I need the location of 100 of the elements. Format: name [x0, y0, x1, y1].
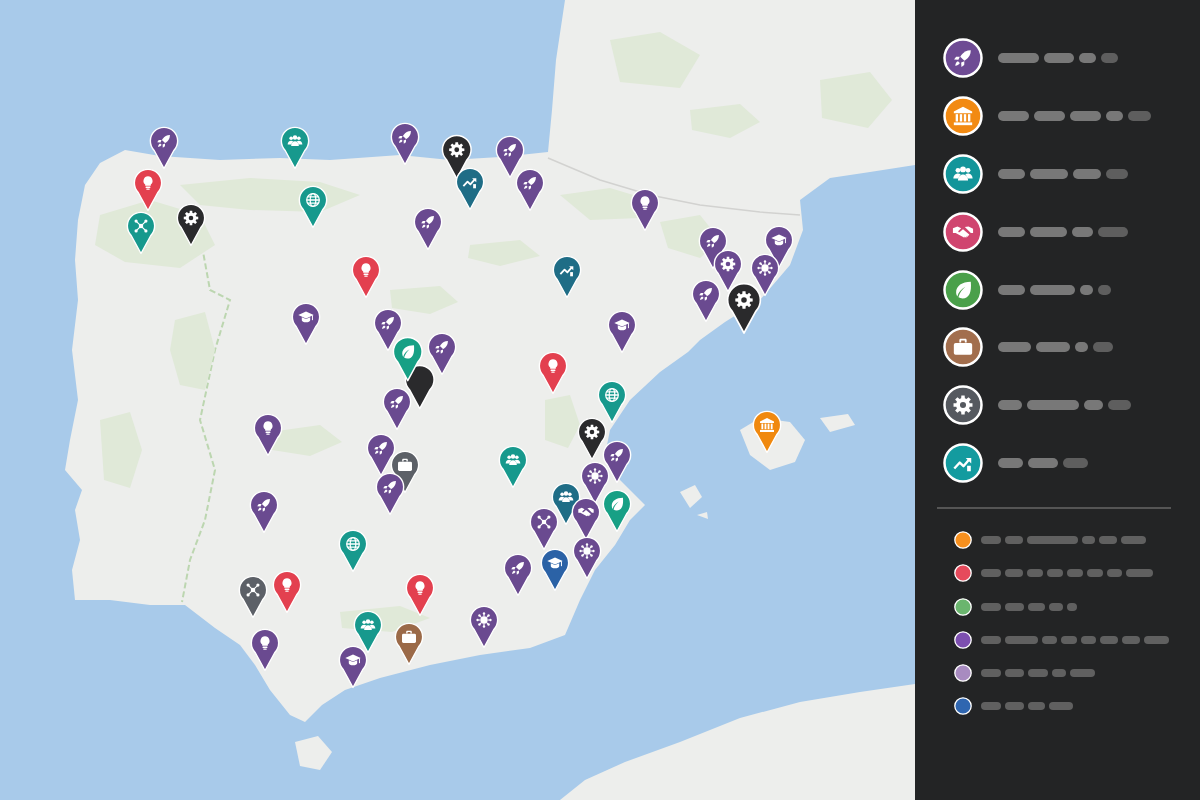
redacted-text-bar: [981, 635, 1001, 644]
network-pin-icon[interactable]: [529, 507, 559, 551]
rocket-pin-icon[interactable]: [375, 472, 405, 516]
briefcase-pin-icon[interactable]: [394, 622, 424, 666]
bank-pin-icon[interactable]: [752, 410, 782, 454]
redacted-text-bar: [1075, 342, 1088, 353]
redacted-text-bar: [1005, 702, 1024, 711]
redacted-text-bar: [1047, 569, 1063, 578]
lightbulb-pin-icon[interactable]: [630, 188, 660, 232]
redacted-text-bar: [1079, 53, 1096, 63]
lightbulb-pin-icon[interactable]: [351, 255, 381, 299]
island-drawing: [697, 512, 708, 519]
rocket-pin-icon[interactable]: [413, 207, 443, 251]
lightbulb-pin-icon[interactable]: [405, 573, 435, 617]
redacted-text-bar: [1082, 536, 1095, 545]
trend-chart-pin-icon[interactable]: [455, 167, 485, 211]
graduation-cap-pin-icon[interactable]: [291, 302, 321, 346]
rocket-pin-icon[interactable]: [249, 490, 279, 534]
redacted-text-bar: [1081, 635, 1096, 644]
rocket-pin-icon[interactable]: [366, 433, 396, 477]
island-drawing: [295, 736, 332, 770]
redacted-text-bar: [1144, 635, 1169, 644]
redacted-text-bar: [1063, 458, 1088, 469]
redacted-text-bar: [1027, 536, 1078, 545]
redacted-text-bar: [1072, 226, 1093, 237]
redacted-text-bar: [1080, 284, 1093, 295]
redacted-text-bar: [998, 110, 1029, 121]
redacted-text-bar: [998, 226, 1025, 237]
rocket-pin-icon[interactable]: [390, 122, 420, 166]
graduation-cap-pin-icon[interactable]: [540, 548, 570, 592]
redacted-text-bar: [1030, 226, 1067, 237]
map-pin-icon[interactable]: [404, 364, 436, 411]
rocket-pin-icon[interactable]: [602, 440, 632, 484]
virus-pin-icon[interactable]: [469, 605, 499, 649]
gear-pin-icon[interactable]: [726, 282, 762, 335]
redacted-text-bar: [1044, 53, 1074, 63]
redacted-text-bar: [1067, 569, 1083, 578]
redacted-text-bar: [981, 536, 1001, 545]
redacted-text-bar: [1122, 635, 1140, 644]
rocket-pin-icon[interactable]: [495, 135, 525, 179]
lightbulb-pin-icon[interactable]: [253, 413, 283, 457]
redacted-text-bar: [1030, 168, 1068, 179]
redacted-text-bar: [1084, 400, 1103, 411]
gear-pin-icon[interactable]: [577, 417, 607, 461]
graduation-cap-pin-icon[interactable]: [607, 310, 637, 354]
redacted-text-bar: [1108, 400, 1131, 411]
lightbulb-pin-icon[interactable]: [538, 351, 568, 395]
lightbulb-pin-icon[interactable]: [250, 628, 280, 672]
redacted-text-bar: [1005, 536, 1023, 545]
redacted-text-bar: [1005, 635, 1038, 644]
redacted-text-bar: [1061, 635, 1077, 644]
graduation-cap-pin-icon[interactable]: [338, 645, 368, 689]
lightbulb-pin-icon[interactable]: [133, 168, 163, 212]
redacted-text-bar: [1126, 569, 1153, 578]
redacted-text-bar: [1042, 635, 1057, 644]
rocket-pin-icon[interactable]: [373, 308, 403, 352]
rocket-pin-icon[interactable]: [691, 279, 721, 323]
vegetation-area: [545, 395, 580, 448]
globe-pin-icon[interactable]: [298, 185, 328, 229]
redacted-text-bar: [1028, 702, 1045, 711]
redacted-text-bar: [1098, 226, 1128, 237]
redacted-text-bar: [1049, 602, 1063, 611]
redacted-text-bar: [1106, 110, 1123, 121]
people-pin-icon[interactable]: [498, 445, 528, 489]
redacted-text-bar: [1036, 342, 1070, 353]
network-pin-icon[interactable]: [126, 211, 156, 255]
vegetation-area: [270, 425, 342, 456]
lightbulb-pin-icon[interactable]: [272, 570, 302, 614]
vegetation-area: [390, 286, 458, 314]
redacted-text-bar: [1107, 569, 1122, 578]
redacted-text-bar: [1067, 602, 1077, 611]
redacted-text-bar: [1005, 602, 1024, 611]
redacted-text-bar: [1099, 536, 1117, 545]
redacted-text-bar: [1052, 669, 1066, 677]
rocket-pin-icon[interactable]: [427, 332, 457, 376]
rocket-pin-icon[interactable]: [503, 553, 533, 597]
redacted-text-bar: [1101, 53, 1118, 63]
redacted-text-bar: [1049, 702, 1073, 711]
redacted-text-bar: [1027, 400, 1079, 411]
globe-pin-icon[interactable]: [338, 529, 368, 573]
redacted-text-bar: [1028, 458, 1058, 469]
network-pin-icon[interactable]: [238, 575, 268, 619]
redacted-text-bar: [998, 168, 1025, 179]
people-pin-icon[interactable]: [280, 126, 310, 170]
redacted-text-bar: [998, 400, 1022, 411]
people-pin-icon[interactable]: [353, 610, 383, 654]
redacted-text-bar: [998, 342, 1031, 353]
redacted-text-bar: [1028, 602, 1045, 611]
redacted-text-bar: [998, 53, 1039, 63]
redacted-text-bar: [981, 702, 1001, 711]
island-drawing: [680, 485, 702, 508]
rocket-pin-icon[interactable]: [382, 387, 412, 431]
rocket-pin-icon[interactable]: [149, 126, 179, 170]
rocket-pin-icon[interactable]: [515, 168, 545, 212]
redacted-text-bar: [1070, 110, 1101, 121]
gear-pin-icon[interactable]: [176, 203, 206, 247]
redacted-text-bar: [1121, 536, 1146, 545]
virus-pin-icon[interactable]: [572, 536, 602, 580]
redacted-text-bar: [1106, 168, 1128, 179]
leaf-pin-icon[interactable]: [392, 336, 424, 383]
